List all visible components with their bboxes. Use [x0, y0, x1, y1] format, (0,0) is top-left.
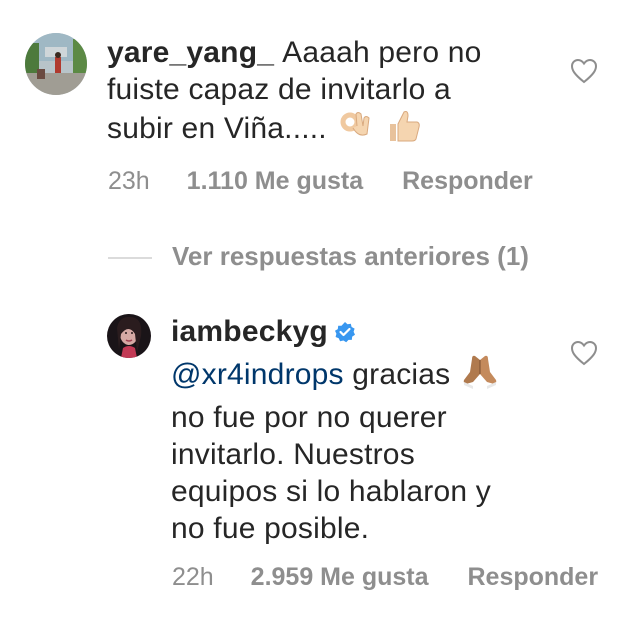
comment-likes[interactable]: 1.110 Me gusta	[187, 167, 363, 195]
reply-time: 22h	[172, 563, 214, 591]
ok-hand-emoji	[339, 108, 373, 153]
replies-divider-line	[108, 257, 152, 260]
avatar[interactable]	[107, 314, 151, 358]
view-replies-label: Ver respuestas anteriores (1)	[172, 241, 529, 271]
avatar[interactable]	[25, 33, 87, 95]
mention-link[interactable]: @xr4indrops	[171, 358, 344, 391]
comment-text: yare_yang_ Aaaah pero no fuiste capaz de …	[107, 34, 547, 153]
folded-hands-emoji	[461, 352, 499, 399]
comment-time: 23h	[108, 167, 150, 195]
reply-body-line: gracias	[343, 358, 451, 391]
verified-badge-icon	[334, 315, 356, 352]
reply-username[interactable]: iambeckyg	[171, 315, 328, 348]
comment-body-line: fuiste capaz de invitarlo a	[107, 73, 451, 106]
avatar-photo	[25, 33, 87, 95]
comment-username[interactable]: yare_yang_	[107, 36, 274, 69]
reply-body-line: no fue por no querer	[171, 401, 447, 434]
reply-body-line: invitarlo. Nuestros	[171, 438, 415, 471]
reply-button[interactable]: Responder	[402, 167, 533, 195]
reply-text: iambeckyg @xr4indrops gracias no fue por…	[171, 313, 591, 547]
comment-meta: 23h 1.110 Me gusta Responder	[108, 167, 533, 196]
avatar-photo	[107, 314, 151, 358]
reply-button[interactable]: Responder	[467, 563, 598, 591]
thumbs-up-emoji	[386, 108, 422, 153]
comment-body-line: subir en Viña.....	[107, 112, 327, 145]
reply-body-line: equipos si lo hablaron y	[171, 475, 492, 508]
reply-likes[interactable]: 2.959 Me gusta	[251, 563, 429, 591]
comment-body-line: Aaaah pero no	[282, 36, 482, 69]
reply-meta: 22h 2.959 Me gusta Responder	[172, 563, 598, 592]
like-heart-icon[interactable]	[570, 58, 598, 89]
view-previous-replies[interactable]: Ver respuestas anteriores (1)	[108, 241, 529, 272]
like-heart-icon[interactable]	[570, 340, 598, 371]
reply-body-line: no fue posible.	[171, 512, 370, 545]
